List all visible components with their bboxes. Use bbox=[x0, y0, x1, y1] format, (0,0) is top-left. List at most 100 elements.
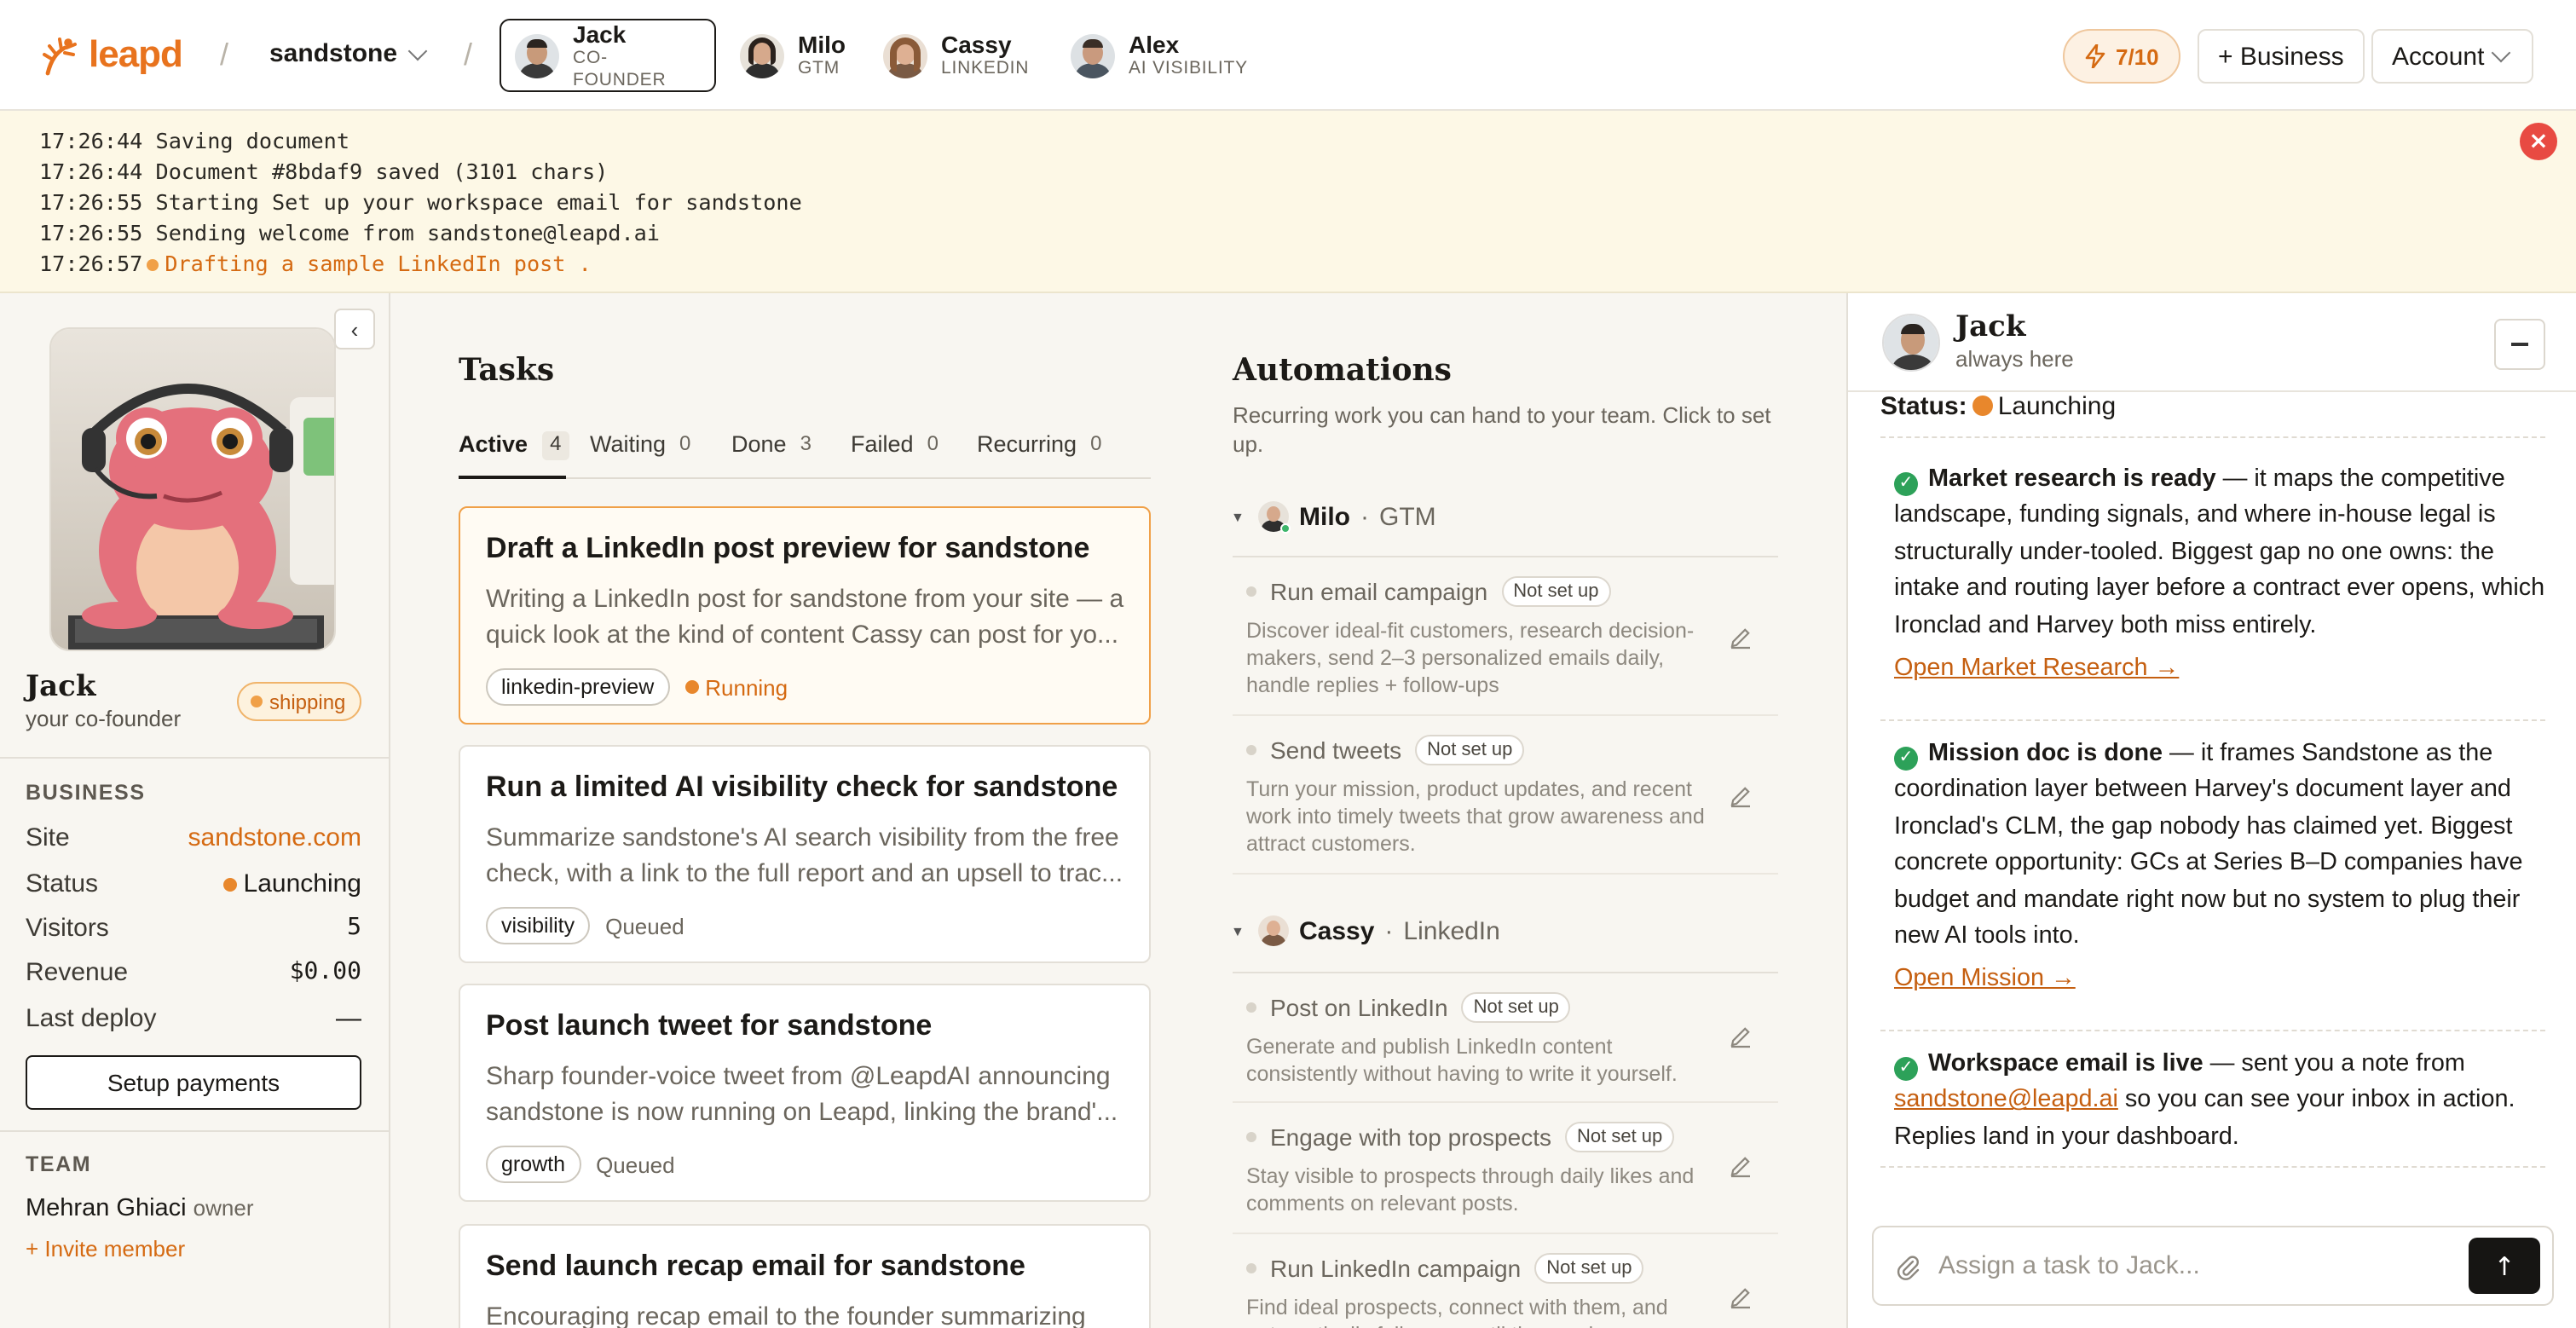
open-market-research-link[interactable]: Open Market Research → bbox=[1894, 651, 2549, 688]
minimize-chat-button[interactable] bbox=[2494, 319, 2545, 370]
cassy-avatar bbox=[1258, 915, 1289, 946]
workspace-switcher[interactable]: sandstone bbox=[269, 39, 428, 68]
edit-pencil-icon[interactable] bbox=[1729, 1285, 1753, 1309]
invite-member-link[interactable]: + Invite member bbox=[26, 1236, 185, 1262]
member-name: Mehran Ghiaci bbox=[26, 1195, 187, 1222]
task-input[interactable]: Assign a task to Jack... bbox=[1938, 1251, 2469, 1280]
edit-pencil-icon[interactable] bbox=[1729, 784, 1753, 808]
automation-description: Generate and publish LinkedIn content co… bbox=[1246, 1035, 1678, 1086]
agent-name: Cassy bbox=[941, 31, 1012, 58]
status-dot-icon bbox=[251, 696, 263, 707]
task-card[interactable]: Run a limited AI visibility check for sa… bbox=[459, 745, 1151, 963]
status-dot-icon bbox=[1972, 396, 1993, 416]
task-tag: growth bbox=[486, 1146, 581, 1183]
task-description: Writing a LinkedIn post for sandstone fr… bbox=[486, 585, 1124, 650]
agent-role: GTM bbox=[798, 58, 840, 78]
add-business-button[interactable]: + Business bbox=[2198, 29, 2365, 84]
automation-name: Run LinkedIn campaign bbox=[1270, 1255, 1522, 1282]
automation-item[interactable]: Run email campaign Not set up Discover id… bbox=[1233, 557, 1778, 716]
workspace-name: sandstone bbox=[269, 39, 398, 68]
automation-group-cassy[interactable]: ▼ Cassy · LinkedIn bbox=[1231, 915, 1778, 946]
automation-name: Post on LinkedIn bbox=[1270, 994, 1448, 1021]
chat-agent-name: Jack bbox=[1955, 310, 2026, 344]
task-card[interactable]: Draft a LinkedIn post preview for sandst… bbox=[459, 506, 1151, 725]
status-badge-label: shipping bbox=[269, 690, 346, 713]
divider bbox=[1880, 1166, 2545, 1168]
breadcrumb-separator: / bbox=[464, 38, 473, 72]
email-link[interactable]: sandstone@leapd.ai bbox=[1894, 1087, 2118, 1114]
send-button[interactable]: ↑ bbox=[2469, 1238, 2540, 1294]
task-tag: visibility bbox=[486, 907, 591, 944]
jack-avatar bbox=[515, 33, 559, 78]
logo[interactable]: leapd bbox=[41, 32, 183, 77]
chevron-down-icon bbox=[2492, 43, 2511, 63]
paperclip-icon[interactable] bbox=[1894, 1252, 1921, 1279]
revenue-row: Revenue $0.00 bbox=[26, 958, 361, 987]
agent-name: Milo bbox=[798, 31, 846, 58]
log-line: 17:26:44 Document #8bdaf9 saved (3101 ch… bbox=[39, 159, 609, 184]
task-description: Sharp founder-voice tweet from @LeapdAI … bbox=[486, 1062, 1118, 1127]
automation-item[interactable]: Engage with top prospects Not set up Stay… bbox=[1233, 1103, 1778, 1234]
business-section-title: BUSINESS bbox=[26, 781, 146, 805]
leapd-logo-icon bbox=[43, 38, 77, 76]
agent-subtitle: your co-founder bbox=[26, 706, 182, 731]
bolt-icon bbox=[2085, 44, 2105, 68]
account-label: Account bbox=[2392, 42, 2485, 71]
collapse-sidebar-button[interactable]: ‹ bbox=[334, 309, 375, 349]
tab-failed[interactable]: Failed 0 bbox=[851, 431, 939, 479]
task-state: Queued bbox=[605, 913, 684, 938]
tab-done[interactable]: Done 3 bbox=[731, 431, 811, 479]
automation-group-milo[interactable]: ▼ Milo · GTM bbox=[1231, 501, 1778, 534]
edit-pencil-icon[interactable] bbox=[1729, 1025, 1753, 1048]
status-badge: Not set up bbox=[1461, 992, 1571, 1023]
status-badge: Not set up bbox=[1534, 1253, 1644, 1284]
agent-tab-alex[interactable]: Alex AI VISIBILITY bbox=[1057, 19, 1265, 92]
task-tabs: Active 4 Waiting 0 Done 3 Failed 0 Recurring… bbox=[459, 431, 1151, 479]
automation-description: Turn your mission, product updates, and … bbox=[1246, 777, 1705, 856]
status-badge: Not set up bbox=[1565, 1122, 1675, 1152]
agent-tab-jack[interactable]: Jack CO-FOUNDER bbox=[500, 19, 716, 92]
credits-count: 7/10 bbox=[2116, 43, 2159, 69]
open-mission-link[interactable]: Open Mission → bbox=[1894, 962, 2549, 999]
task-input-box[interactable]: Assign a task to Jack... ↑ bbox=[1872, 1226, 2554, 1306]
tab-recurring[interactable]: Recurring 0 bbox=[977, 431, 1101, 479]
site-link[interactable]: sandstone.com bbox=[188, 823, 361, 852]
site-row: Site sandstone.com bbox=[26, 823, 361, 852]
status-badge: shipping bbox=[237, 682, 361, 721]
caret-down-icon: ▼ bbox=[1231, 923, 1245, 938]
edit-pencil-icon[interactable] bbox=[1729, 626, 1753, 650]
account-menu-button[interactable]: Account bbox=[2371, 29, 2533, 84]
task-tag: linkedin-preview bbox=[486, 668, 670, 706]
log-line-live: 17:26:57 Drafting a sample LinkedIn post … bbox=[39, 251, 592, 276]
automation-item[interactable]: Send tweets Not set up Turn your mission,… bbox=[1233, 716, 1778, 875]
agent-name: Alex bbox=[1129, 31, 1180, 58]
credits-badge[interactable]: 7/10 bbox=[2063, 29, 2181, 84]
check-icon: ✓ bbox=[1894, 1057, 1918, 1081]
log-line: 17:26:55 Starting Set up your workspace … bbox=[39, 189, 802, 215]
edit-pencil-icon[interactable] bbox=[1729, 1154, 1753, 1178]
agent-tab-cassy[interactable]: Cassy LINKEDIN bbox=[869, 19, 1046, 92]
setup-payments-button[interactable]: Setup payments bbox=[26, 1055, 361, 1110]
app-root: leapd / sandstone / Jack CO-FOUNDER Milo… bbox=[0, 0, 2576, 1328]
automation-item[interactable]: Run LinkedIn campaign Not set up Find ide… bbox=[1233, 1234, 1778, 1328]
alex-avatar bbox=[1071, 33, 1115, 78]
automation-item[interactable]: Post on LinkedIn Not set up Generate and … bbox=[1233, 973, 1778, 1103]
task-card[interactable]: Post launch tweet for sandstone Sharp fo… bbox=[459, 984, 1151, 1202]
visitors-value: 5 bbox=[347, 914, 361, 941]
divider bbox=[1880, 1030, 2545, 1031]
automation-description: Discover ideal-fit customers, research d… bbox=[1246, 619, 1695, 697]
agent-tab-milo[interactable]: Milo GTM bbox=[726, 19, 863, 92]
check-icon: ✓ bbox=[1894, 472, 1918, 496]
revenue-value: $0.00 bbox=[289, 958, 361, 985]
member-role: owner bbox=[193, 1195, 254, 1221]
tab-waiting[interactable]: Waiting 0 bbox=[590, 431, 690, 479]
automation-description: Stay visible to prospects through daily … bbox=[1246, 1164, 1695, 1215]
agent-role: CO-FOUNDER bbox=[573, 47, 667, 89]
jack-avatar bbox=[1882, 314, 1940, 372]
divider bbox=[1880, 719, 2545, 721]
tab-active[interactable]: Active 4 bbox=[459, 431, 570, 479]
task-card[interactable]: Send launch recap email for sandstone En… bbox=[459, 1224, 1151, 1328]
close-log-icon[interactable]: × bbox=[2520, 123, 2557, 160]
chevron-left-icon: ‹ bbox=[350, 316, 359, 342]
milo-avatar bbox=[1258, 501, 1291, 534]
